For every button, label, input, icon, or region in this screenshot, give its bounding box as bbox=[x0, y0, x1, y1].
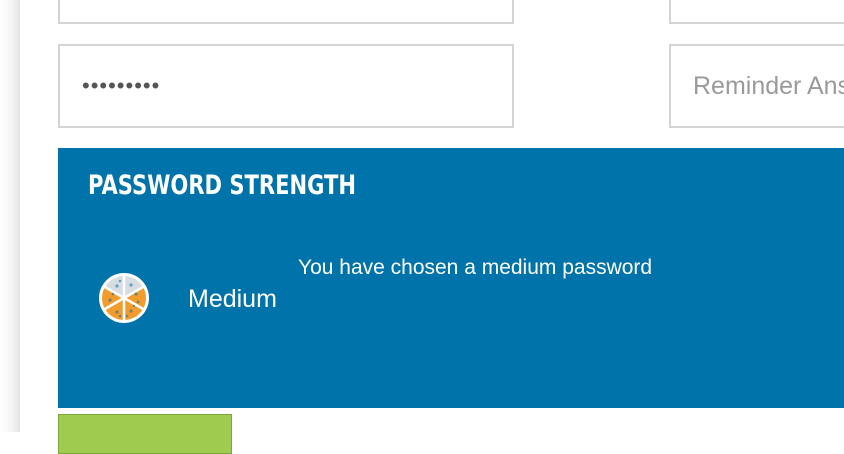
text-field-top-right[interactable] bbox=[669, 0, 844, 24]
password-strength-heading: PASSWORD STRENGTH bbox=[88, 170, 357, 201]
text-field-top-left[interactable] bbox=[58, 0, 514, 24]
reminder-answer-field[interactable] bbox=[669, 44, 844, 128]
password-input[interactable] bbox=[60, 46, 512, 126]
submit-button[interactable] bbox=[58, 414, 232, 454]
password-strength-message: You have chosen a medium password bbox=[298, 256, 653, 279]
reminder-answer-input[interactable] bbox=[671, 46, 844, 126]
password-strength-level: Medium bbox=[188, 285, 277, 313]
page-gutter bbox=[0, 0, 20, 432]
password-strength-panel: PASSWORD STRENGTH Medium You have chosen… bbox=[58, 148, 844, 408]
pizza-icon bbox=[99, 273, 149, 323]
password-field[interactable] bbox=[58, 44, 514, 128]
